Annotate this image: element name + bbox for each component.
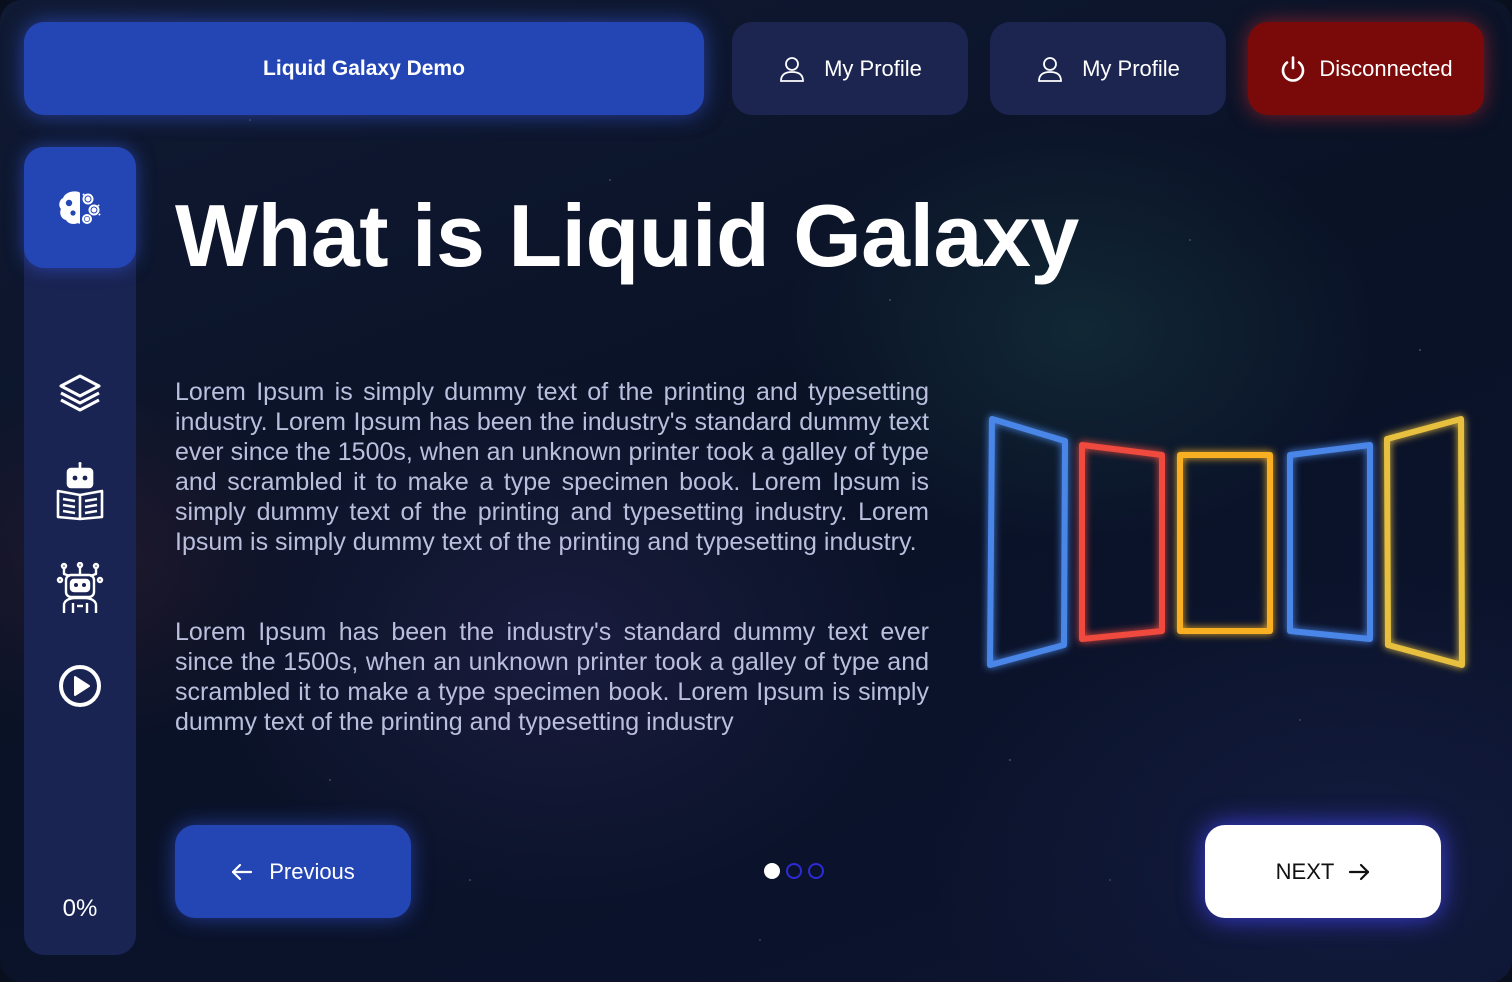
power-icon <box>1279 55 1307 83</box>
sidebar-item-play[interactable] <box>24 656 136 716</box>
app-title: Liquid Galaxy Demo <box>263 56 465 80</box>
next-label: NEXT <box>1275 858 1335 884</box>
play-circle-icon <box>57 663 103 709</box>
my-profile-button-2[interactable]: My Profile <box>990 22 1226 115</box>
next-button[interactable]: NEXT <box>1205 825 1441 918</box>
previous-button[interactable]: Previous <box>175 825 411 918</box>
robot-reading-icon <box>55 461 105 521</box>
screen-panel-3 <box>1177 452 1273 634</box>
body-paragraph-2: Lorem Ipsum has been the industry's stan… <box>175 618 929 736</box>
arrow-left-icon <box>231 863 253 881</box>
my-profile-label: My Profile <box>1082 55 1180 81</box>
app-screen: Liquid Galaxy Demo My Profile My Profile <box>0 0 1512 982</box>
sidebar-item-robot-head[interactable] <box>24 558 136 618</box>
sidebar-item-intro[interactable] <box>24 147 136 268</box>
my-profile-label: My Profile <box>824 55 922 81</box>
robot-head-icon <box>55 562 105 614</box>
user-icon <box>778 55 806 83</box>
layers-icon <box>57 371 103 417</box>
body-paragraph-1: Lorem Ipsum is simply dummy text of the … <box>175 378 929 556</box>
screen-panel-4 <box>1287 442 1373 642</box>
arrow-right-icon <box>1348 863 1370 881</box>
progress-label: 0% <box>62 895 98 922</box>
user-icon <box>1036 55 1064 83</box>
my-profile-button-1[interactable]: My Profile <box>732 22 968 115</box>
liquid-galaxy-illustration <box>980 405 1480 689</box>
sidebar-item-robot-reading[interactable] <box>24 461 136 521</box>
connection-status-label: Disconnected <box>1319 55 1453 81</box>
page-title: What is Liquid Galaxy <box>175 186 1079 285</box>
screen-panel-5 <box>1384 416 1465 668</box>
previous-label: Previous <box>269 858 355 884</box>
pagination-dot-2[interactable] <box>786 863 802 879</box>
sidebar: 0% <box>24 147 136 955</box>
screen-panel-2 <box>1079 442 1165 642</box>
pagination-dot-1[interactable] <box>764 863 780 879</box>
app-title-button[interactable]: Liquid Galaxy Demo <box>24 22 704 115</box>
screen-panel-1 <box>987 416 1068 668</box>
pagination-dot-3[interactable] <box>808 863 824 879</box>
pagination-dots <box>764 863 824 879</box>
sidebar-item-layers[interactable] <box>24 364 136 424</box>
connection-status-button[interactable]: Disconnected <box>1248 22 1484 115</box>
brain-gears-icon <box>57 188 103 228</box>
